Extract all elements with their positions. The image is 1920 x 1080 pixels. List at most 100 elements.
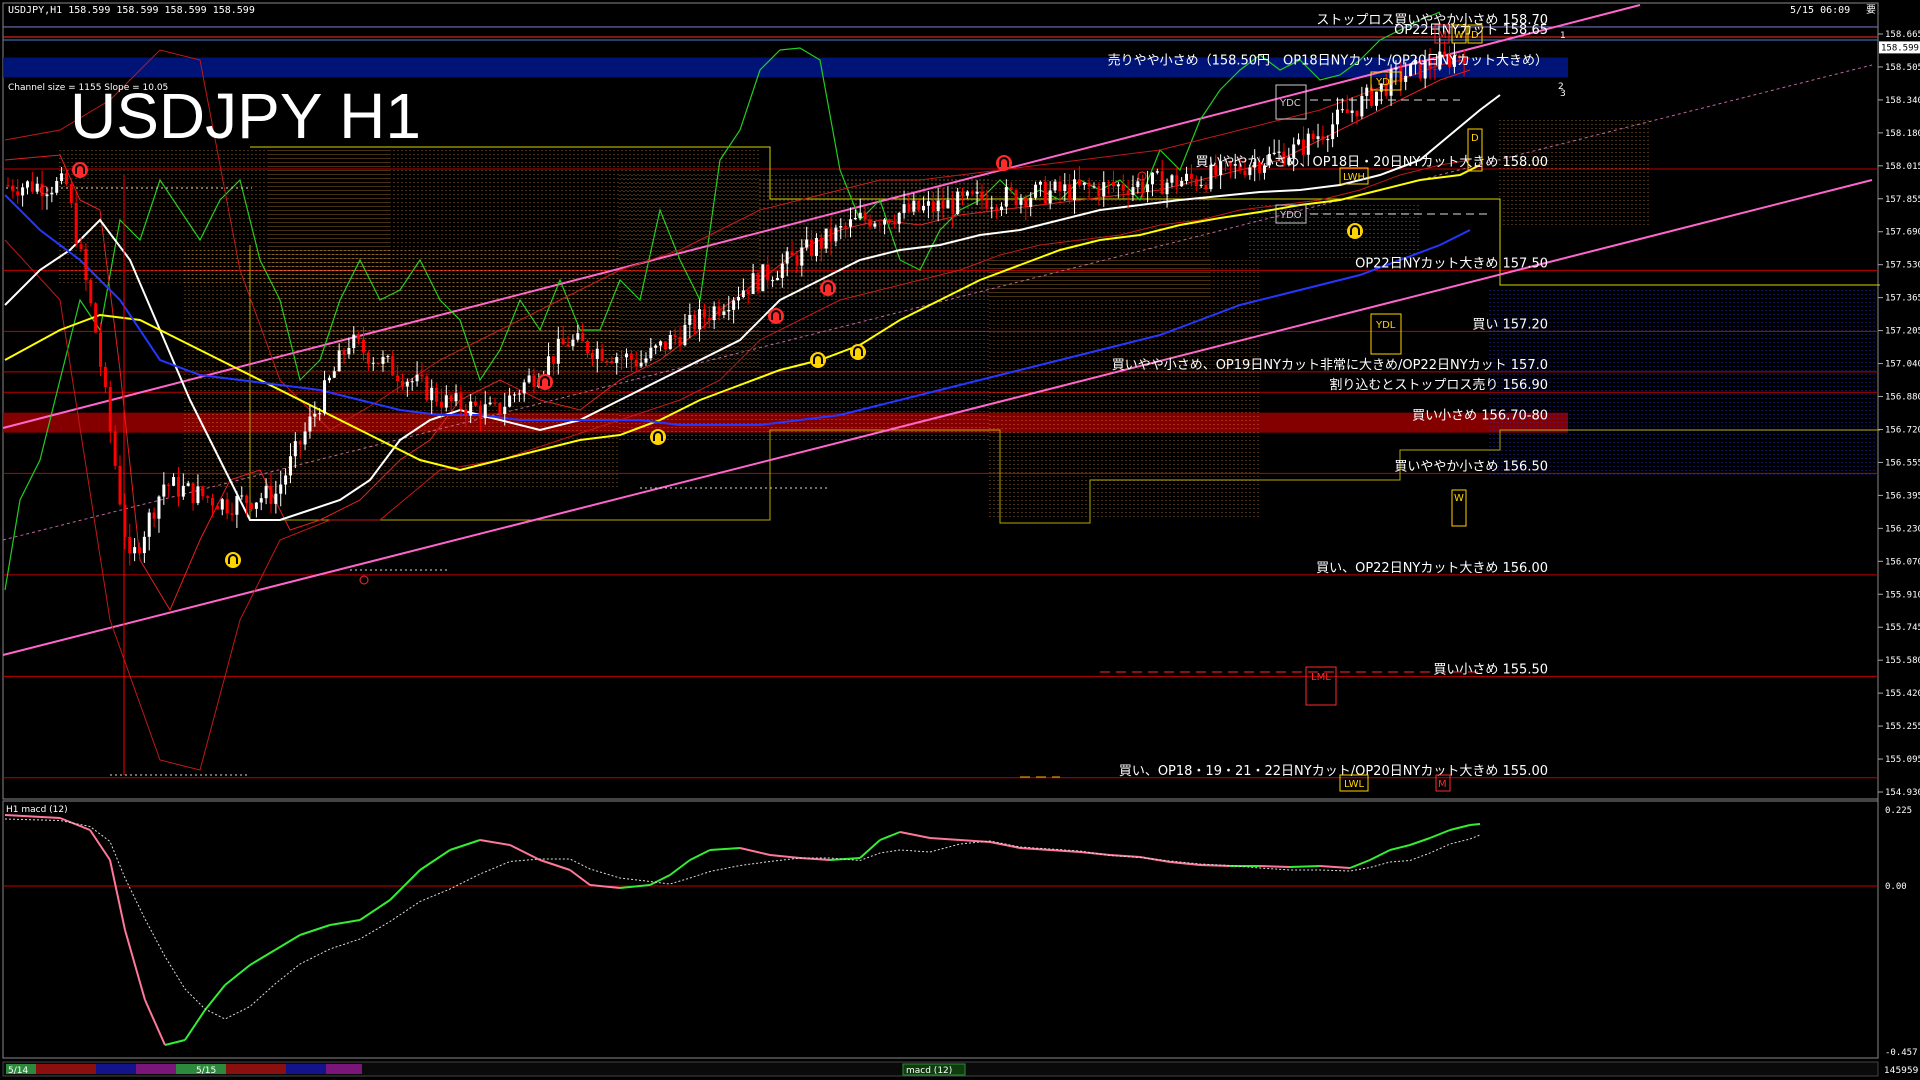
channel-label-1: 1 [1560,31,1566,41]
candle-body [508,395,512,407]
candle-body [1170,175,1174,183]
candle-body [600,348,604,361]
candle-body [478,405,482,419]
macd-segment [224,964,251,986]
candle-body [547,356,551,376]
macd-segment [1259,865,1291,868]
candle-body [137,547,141,554]
candle-body [517,393,521,395]
candle-body [1009,187,1013,190]
candle-body [834,227,838,242]
candle-body [1146,184,1150,192]
level-label: 売りやや小さめ（158.50円 OP18日NYカット/OP20日NYカット大きめ… [1108,52,1548,68]
candle-body [771,280,775,282]
candle-body [644,358,648,363]
candle-body [288,456,292,476]
candle-body [167,484,171,486]
level-label: 買い、OP18・19・21・22日NYカット/OP20日NYカット大きめ 155… [1119,764,1548,779]
candle-body [1097,186,1101,197]
candle-body [449,395,453,402]
macd-segment [899,831,931,839]
svg-text:D: D [1471,30,1479,41]
candle-body [279,484,283,494]
candle-body [74,202,78,245]
candle-body [873,223,877,227]
candle-body [1034,184,1038,198]
candle-body [108,386,112,432]
pivot-marker [1137,171,1147,181]
macd-segment [274,934,301,951]
candle-body [951,200,955,215]
candle-body [133,547,137,554]
chart-window[interactable]: ストップロス買いややか小さめ 158.70OP22日NYカット 158.65売り… [0,0,1920,1080]
svg-text:M: M [1438,779,1447,790]
candle-body [566,344,570,347]
candle-body [795,255,799,266]
candle-body [902,204,906,213]
candle-body [454,393,458,402]
candle-body [527,375,531,383]
candle-body [683,324,687,346]
candle-body [624,353,628,358]
candle-body [532,375,536,387]
candle-body [293,441,297,457]
candle-body [620,357,624,359]
candle-body [819,238,823,249]
candle-body [1024,197,1028,207]
macd-segment [359,899,391,921]
candle-body [1243,170,1247,176]
macd-segment [709,847,741,851]
level-label: 買い小さめ 155.50 [1433,662,1548,677]
candle-body [551,356,555,364]
candle-body [883,219,887,225]
axis-tick-label: 155.420 [1885,689,1920,699]
macd-segment [389,869,421,901]
candle-body [444,395,448,408]
candle-body [936,200,940,212]
candle-body [1404,75,1408,82]
candle-body [1365,87,1369,96]
candle-body [659,341,663,346]
page-title: USDJPY H1 [70,80,421,152]
macd-segment [569,869,591,886]
candle-body [878,223,882,225]
axis-tick-label: 157.040 [1885,360,1920,370]
candle-body [220,499,224,510]
axis-tick-label: 157.365 [1885,294,1920,304]
timeline-bar[interactable]: 5/14 5/15 macd (12) 145959 [2,1061,1919,1077]
candle-body [961,191,965,196]
macd-segment [1389,844,1411,851]
candle-body [1360,95,1364,117]
candle-body [430,387,434,401]
macd-segment [419,849,451,871]
candle-body [118,465,122,505]
scroll-tab: macd (12) [906,1066,952,1076]
candle-body [1175,175,1179,187]
candle-body [810,239,814,257]
candle-body [99,332,103,367]
candle-body [1063,184,1067,192]
candle-body [926,201,930,206]
axis-tick-label: 156.555 [1885,458,1920,468]
macd-segment [1319,865,1351,869]
candle-body [922,205,926,211]
candle-body [1073,179,1077,201]
candle-body [673,334,677,337]
candle-body [766,264,770,281]
candle-body [357,334,361,340]
macd-segment [164,1039,186,1046]
macd-segment [989,841,1021,849]
candle-body [654,345,658,348]
candle-body [1038,181,1042,185]
macd-segment [59,817,91,831]
candle-body [308,416,312,432]
candle-body [1121,184,1125,191]
candle-body [946,200,950,209]
candle-body [50,192,54,195]
svg-text:YDL: YDL [1375,320,1396,331]
candle-body [576,333,580,340]
macd-label: H1 macd (12) [6,805,68,815]
candle-body [975,191,979,194]
candle-body [362,339,366,353]
candle-body [1043,181,1047,204]
